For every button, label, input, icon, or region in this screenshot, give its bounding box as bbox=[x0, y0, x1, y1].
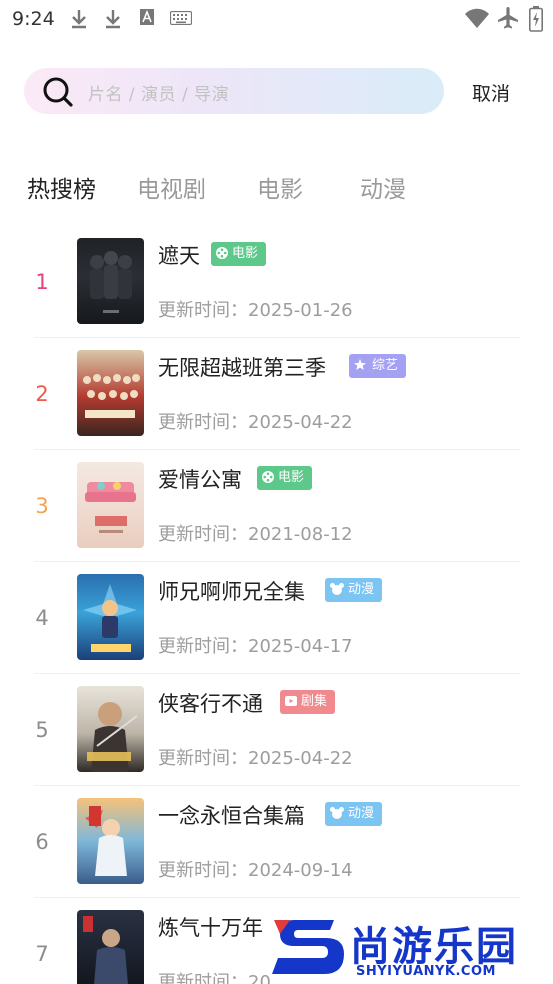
wifi-icon bbox=[465, 8, 489, 28]
item-title: 无限超越班第三季 bbox=[158, 356, 326, 380]
rank-number: 4 bbox=[35, 606, 49, 630]
category-badge: 动漫 bbox=[325, 802, 383, 826]
update-time: 更新时间：2021-08-12 bbox=[158, 524, 353, 545]
poster-image bbox=[77, 462, 144, 548]
cartoon-icon bbox=[330, 806, 344, 819]
status-bar: 9:24 bbox=[0, 0, 553, 40]
tab-tv-series[interactable]: 电视剧 bbox=[137, 170, 206, 204]
poster-image bbox=[77, 686, 144, 772]
list-item[interactable]: 3 爱情公寓 电影 更新时间：2021-08-12 bbox=[0, 450, 553, 562]
keyboard-icon bbox=[170, 11, 192, 25]
poster-image bbox=[77, 798, 144, 884]
rank-number: 2 bbox=[35, 382, 49, 406]
badge-label: 动漫 bbox=[348, 582, 375, 597]
poster-image bbox=[77, 350, 144, 436]
status-time: 9:24 bbox=[12, 8, 55, 30]
category-badge: 剧集 bbox=[280, 690, 336, 714]
film-reel-icon bbox=[216, 246, 228, 259]
site-watermark: 尚游乐园 SHYIYUANYK.COM bbox=[272, 912, 553, 984]
item-title: 侠客行不通 bbox=[158, 692, 263, 716]
rank-number: 5 bbox=[35, 718, 49, 742]
category-badge: 电影 bbox=[257, 466, 313, 490]
rank-number: 7 bbox=[35, 942, 49, 966]
rank-number: 6 bbox=[35, 830, 49, 854]
update-time: 更新时间：2025-04-17 bbox=[158, 636, 353, 657]
category-badge: 动漫 bbox=[325, 578, 383, 602]
item-title: 炼气十万年 bbox=[158, 916, 263, 940]
item-title: 师兄啊师兄全集 bbox=[158, 580, 305, 604]
list-item[interactable]: 5 侠客行不通 剧集 更新时间：2025-04-22 bbox=[0, 674, 553, 786]
list-item[interactable]: 4 师兄啊师兄全集 动漫 更新时间：2025-04-17 bbox=[0, 562, 553, 674]
badge-label: 电影 bbox=[232, 246, 259, 261]
badge-label: 电影 bbox=[278, 470, 305, 485]
update-time: 更新时间：2024-09-14 bbox=[158, 860, 353, 881]
badge-label: 综艺 bbox=[372, 358, 399, 373]
search-placeholder: 片名 / 演员 / 导演 bbox=[88, 85, 230, 105]
item-title: 爱情公寓 bbox=[158, 468, 242, 492]
update-time: 更新时间：2025-01-26 bbox=[158, 300, 353, 321]
poster-image bbox=[77, 910, 144, 984]
tab-hot-search[interactable]: 热搜榜 bbox=[27, 170, 96, 204]
download-icon bbox=[106, 10, 120, 29]
film-reel-icon bbox=[262, 470, 274, 483]
update-time: 更新时间：2025-04-22 bbox=[158, 412, 353, 433]
rank-number: 3 bbox=[35, 494, 49, 518]
cartoon-icon bbox=[330, 582, 344, 595]
item-title: 一念永恒合集篇 bbox=[158, 804, 305, 828]
item-title: 遮天 bbox=[158, 244, 200, 268]
badge-label: 动漫 bbox=[348, 806, 375, 821]
airplane-icon bbox=[498, 7, 518, 29]
update-time: 更新时间：2025-04-22 bbox=[158, 748, 353, 769]
list-item[interactable]: 2 无限超越班第三季 综艺 更新时间：2025-04-22 bbox=[0, 338, 553, 450]
badge-label: 剧集 bbox=[301, 694, 328, 709]
search-input[interactable]: 片名 / 演员 / 导演 bbox=[24, 68, 444, 114]
search-icon bbox=[43, 77, 73, 107]
list-item[interactable]: 6 一念永恒合集篇 动漫 更新时间：2024-09-14 bbox=[0, 786, 553, 898]
battery-icon bbox=[529, 6, 543, 32]
category-badge: 综艺 bbox=[349, 354, 407, 378]
poster-image bbox=[77, 574, 144, 660]
update-time: 更新时间：20 bbox=[158, 972, 271, 984]
category-badge: 电影 bbox=[211, 242, 267, 266]
download-icon bbox=[72, 10, 86, 29]
tv-icon bbox=[285, 695, 297, 706]
tab-movies[interactable]: 电影 bbox=[257, 170, 303, 204]
cancel-button[interactable]: 取消 bbox=[472, 79, 510, 106]
tab-anime[interactable]: 动漫 bbox=[360, 170, 406, 204]
poster-image bbox=[77, 238, 144, 324]
font-a-icon bbox=[140, 9, 154, 25]
list-item[interactable]: 1 遮天 电影 更新时间：2025-01-26 bbox=[0, 226, 553, 338]
category-tabs: 热搜榜 电视剧 电影 动漫 bbox=[0, 170, 553, 210]
watermark-logo bbox=[272, 920, 344, 974]
rank-number: 1 bbox=[35, 270, 49, 294]
watermark-site: SHYIYUANYK.COM bbox=[356, 964, 496, 979]
star-icon bbox=[354, 358, 366, 370]
search-row: 片名 / 演员 / 导演 取消 bbox=[0, 68, 553, 116]
